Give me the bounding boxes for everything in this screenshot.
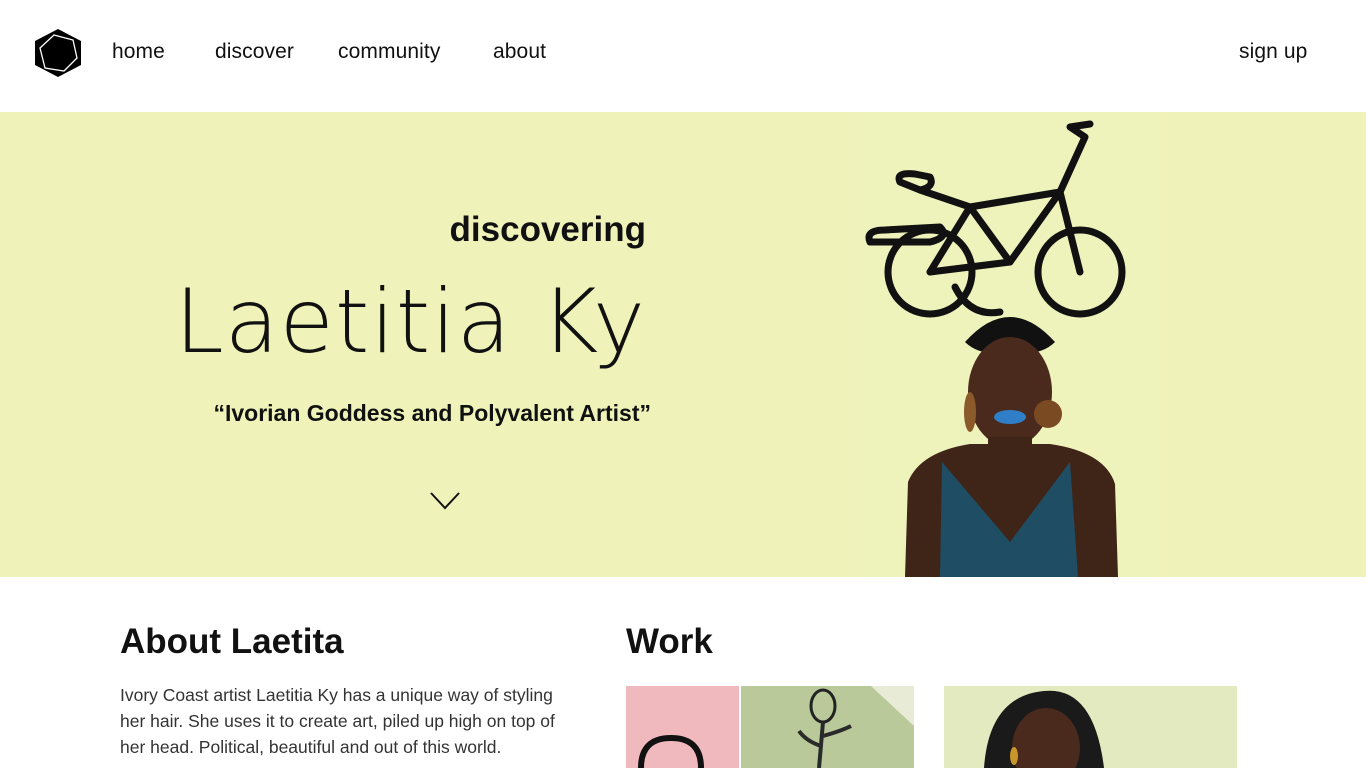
sign-up-link[interactable]: sign up [1239,40,1307,64]
about-description: Ivory Coast artist Laetitia Ky has a uni… [120,685,555,757]
hexagon-logo-icon[interactable] [32,28,84,78]
nav-link-about[interactable]: about [493,40,546,64]
nav-link-home[interactable]: home [112,40,165,64]
hero-tagline: “Ivorian Goddess and Polyvalent Artist” [213,400,651,426]
hero-banner: discovering Laetitia Ky “Ivorian Goddess… [0,112,1366,577]
artist-portrait-image [860,112,1160,577]
nav-link-discover[interactable]: discover [215,40,294,64]
nav-link-community[interactable]: community [338,40,440,64]
work-thumbnail[interactable] [944,686,1237,768]
chevron-down-icon[interactable] [429,490,461,512]
work-thumbnail[interactable] [626,686,739,768]
hero-artist-name: Laetitia Ky [174,270,646,373]
about-heading: About Laetita [120,622,344,661]
work-heading: Work [626,622,713,661]
hero-kicker: discovering [449,210,646,249]
work-thumbnail[interactable] [741,686,914,768]
site-header: home discover community about sign up [0,0,1366,112]
